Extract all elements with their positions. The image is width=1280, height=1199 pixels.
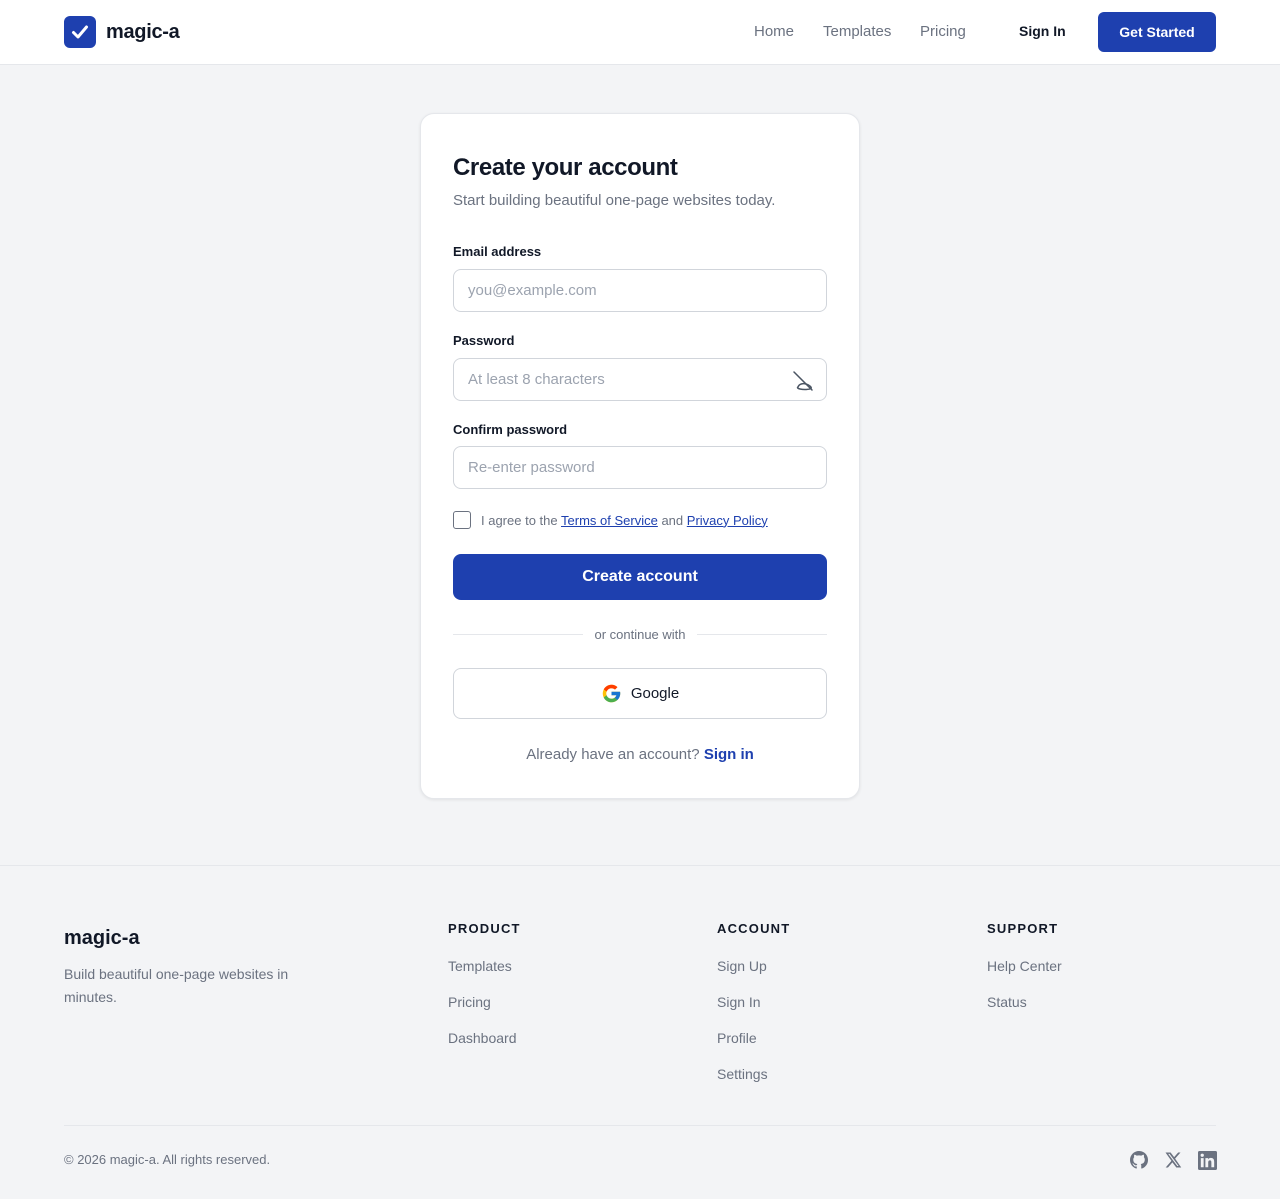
confirm-password-label: Confirm password (453, 422, 568, 437)
email-input[interactable] (453, 269, 827, 312)
confirm-password-input[interactable] (453, 446, 827, 489)
footer-link-pricing[interactable]: Pricing (448, 992, 521, 1028)
header-sign-in-link[interactable]: Sign In (1019, 23, 1066, 39)
google-icon (601, 683, 622, 704)
footer-heading-account: ACCOUNT (717, 921, 791, 936)
linkedin-icon[interactable] (1197, 1150, 1217, 1170)
create-account-button[interactable]: Create account (453, 554, 827, 600)
footer-column-product: PRODUCT Templates Pricing Dashboard (448, 921, 521, 1064)
card-sign-in-link[interactable]: Sign in (704, 746, 754, 763)
footer-bottom-divider (64, 1125, 1216, 1126)
footer-description: Build beautiful one-page websites in min… (64, 966, 289, 1005)
nav-home[interactable]: Home (754, 23, 794, 40)
already-have-account: Already have an account? Sign in (421, 746, 859, 763)
get-started-button[interactable]: Get Started (1098, 12, 1216, 52)
github-icon[interactable] (1129, 1150, 1149, 1170)
email-label: Email address (453, 244, 542, 259)
agree-prefix: I agree to the (481, 512, 558, 528)
footer-divider (0, 865, 1280, 866)
x-icon[interactable] (1163, 1150, 1183, 1170)
google-button-label: Google (630, 685, 680, 702)
privacy-policy-link[interactable]: Privacy Policy (687, 513, 768, 528)
footer-heading-product: PRODUCT (448, 921, 521, 936)
eye-off-icon[interactable] (791, 369, 815, 393)
password-input[interactable] (453, 358, 827, 401)
nav-templates[interactable]: Templates (823, 23, 891, 40)
copyright: © 2026 magic-a. All rights reserved. (64, 1152, 271, 1167)
footer-link-help-center[interactable]: Help Center (987, 956, 1062, 992)
footer-column-account: ACCOUNT Sign Up Sign In Profile Settings (717, 921, 790, 1100)
google-sign-in-button[interactable]: Google (453, 668, 827, 719)
nav-pricing[interactable]: Pricing (920, 23, 966, 40)
footer-column-support: SUPPORT Help Center Status (987, 921, 1062, 1028)
footer-link-profile[interactable]: Profile (717, 1028, 790, 1064)
terms-checkbox[interactable] (453, 511, 471, 529)
footer-link-dashboard[interactable]: Dashboard (448, 1028, 521, 1064)
checkmark-logo-icon (64, 16, 96, 48)
password-label: Password (453, 333, 515, 348)
logo-link[interactable]: magic-a (64, 16, 180, 48)
footer-link-sign-up[interactable]: Sign Up (717, 956, 790, 992)
already-text: Already have an account? (526, 746, 700, 763)
site-header: magic-a Home Templates Pricing Sign In G… (0, 0, 1280, 65)
terms-text: I agree to the Terms of Service and Priv… (481, 513, 768, 528)
divider-line-right (697, 634, 827, 635)
or-divider: or continue with (453, 627, 827, 642)
and-text: and (661, 512, 684, 528)
footer-link-settings[interactable]: Settings (717, 1064, 790, 1100)
signup-card: Create your account Start building beaut… (420, 113, 860, 799)
brand-name: magic-a (106, 20, 180, 43)
footer-link-sign-in[interactable]: Sign In (717, 992, 790, 1028)
footer-heading-support: SUPPORT (987, 921, 1059, 936)
page-title: Create your account (453, 154, 678, 181)
page-subtitle: Start building beautiful one-page websit… (453, 192, 776, 209)
terms-agreement: I agree to the Terms of Service and Priv… (453, 511, 768, 529)
footer-link-status[interactable]: Status (987, 992, 1062, 1028)
footer-link-templates[interactable]: Templates (448, 956, 521, 992)
terms-of-service-link[interactable]: Terms of Service (561, 513, 658, 528)
footer-brand: magic-a (64, 927, 140, 949)
